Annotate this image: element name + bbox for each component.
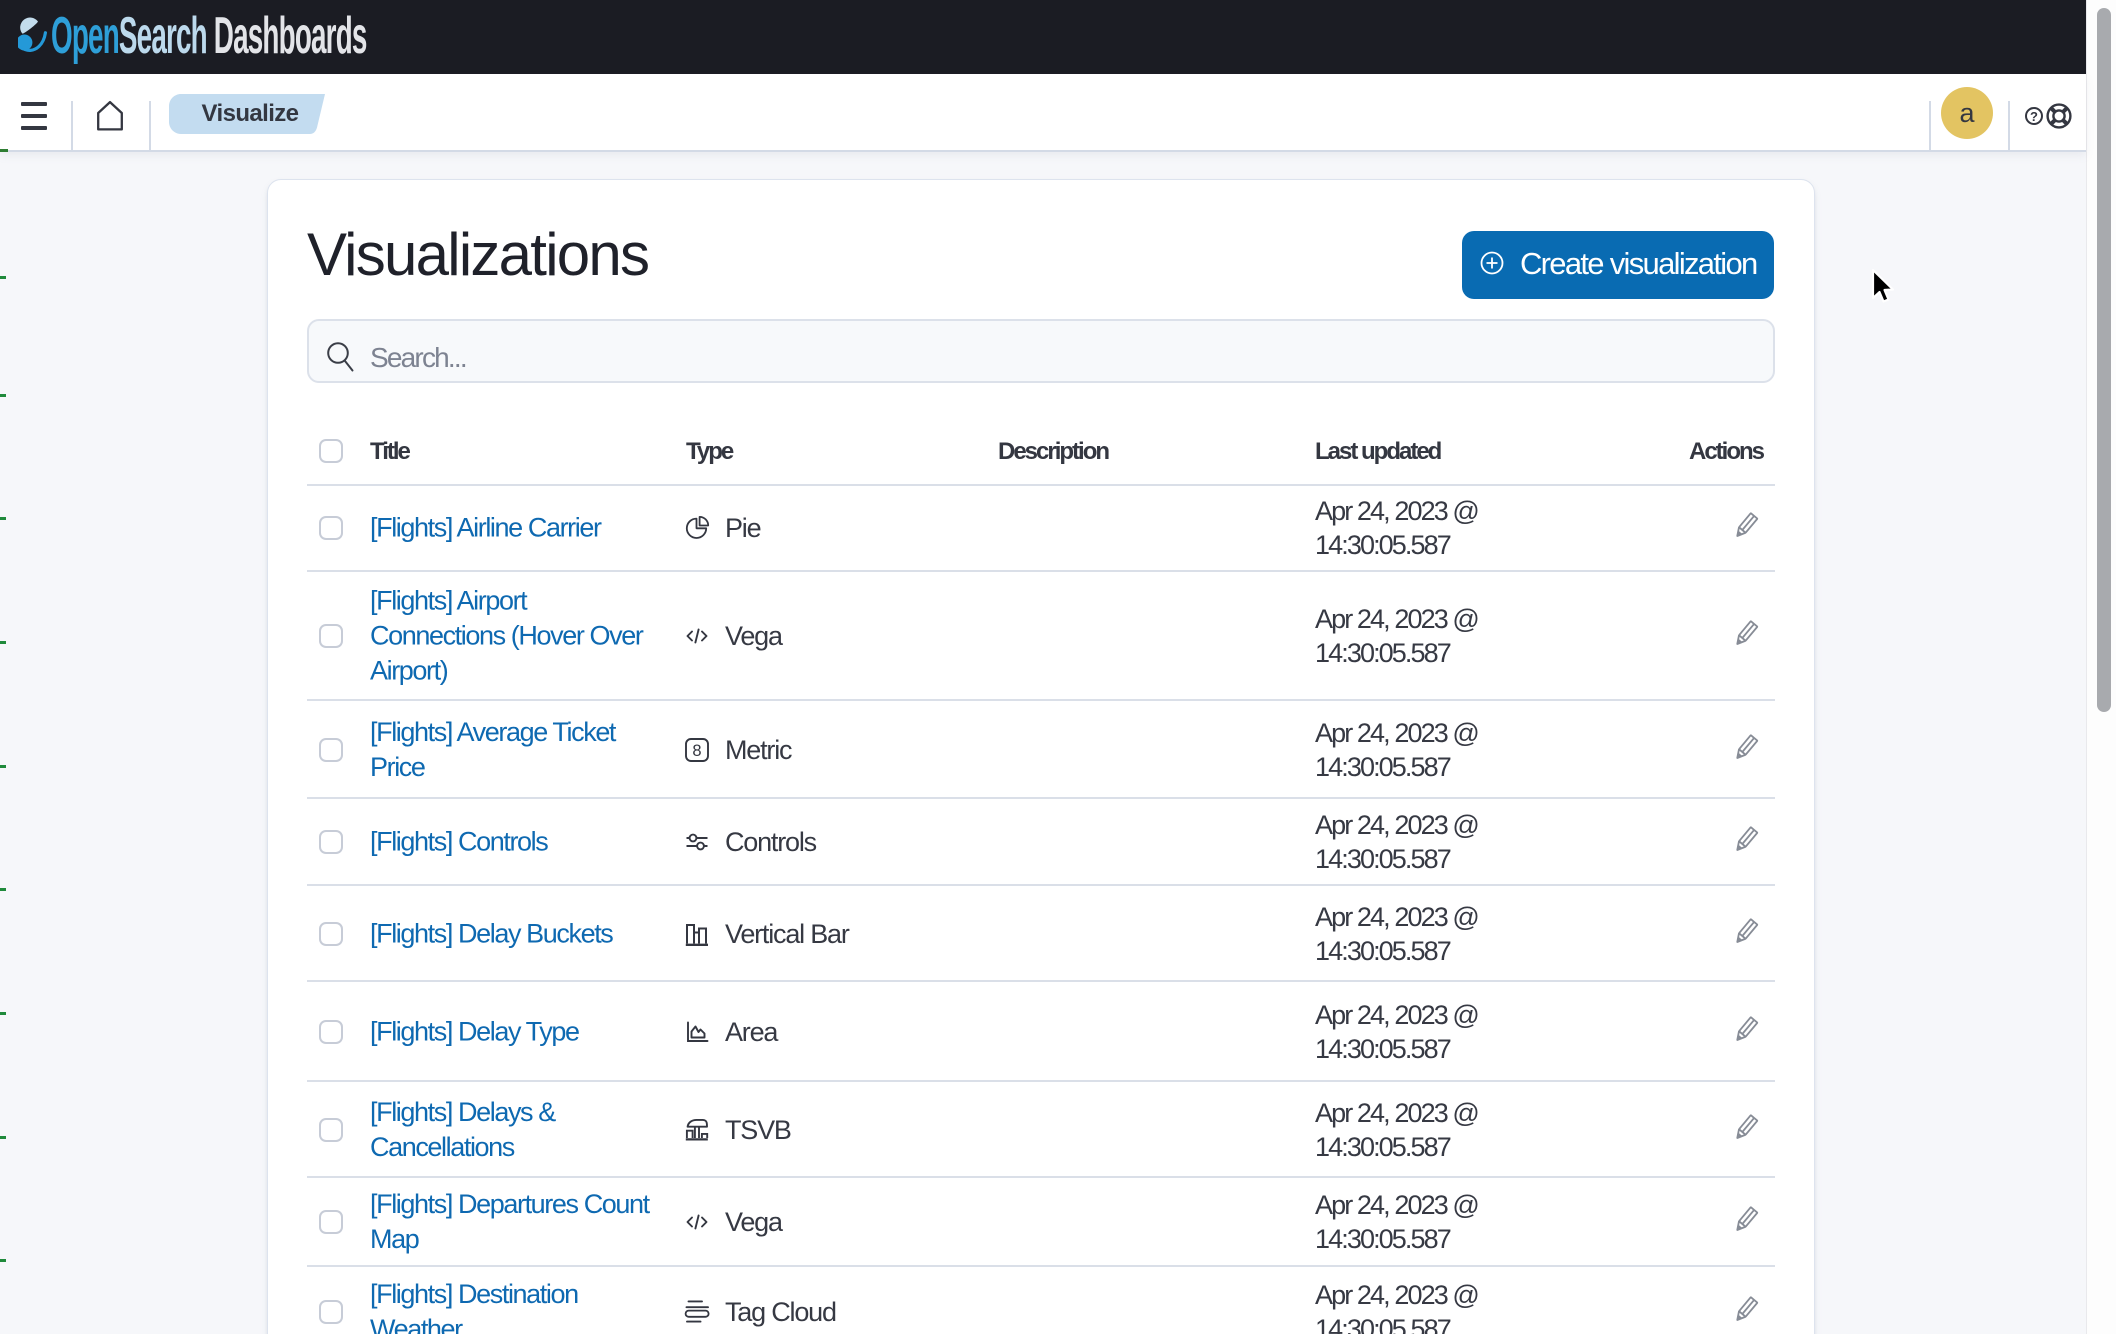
svg-text:8: 8 (692, 742, 701, 760)
